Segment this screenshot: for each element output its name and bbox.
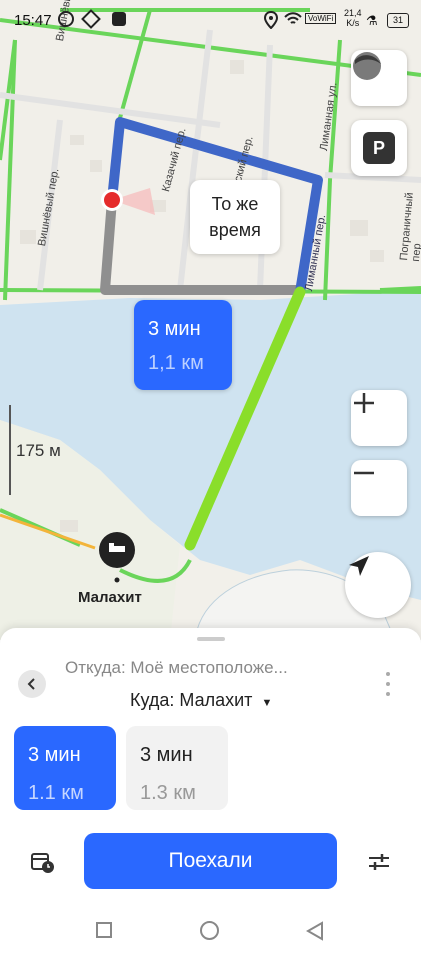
status-bar: 15:47 VoWiFi 21,4 K/s ⚗ 31 (0, 0, 421, 40)
caret-down-icon: ▼ (261, 697, 273, 709)
battery-icon: 31 (387, 13, 409, 28)
route-option-time: 3 мин (140, 744, 193, 766)
same-time-text: То же время (209, 194, 261, 240)
back-button[interactable] (18, 670, 46, 698)
volte-icon: VoWiFi (305, 13, 337, 24)
minus-icon (354, 471, 374, 475)
layers-button[interactable] (351, 50, 407, 106)
parking-icon: P (363, 132, 395, 164)
from-field[interactable]: Откуда: Моё местоположе... (65, 658, 288, 678)
same-time-bubble[interactable]: То же время (190, 180, 280, 254)
scale-label: 175 м (16, 441, 61, 460)
plus-icon (354, 393, 374, 413)
location-icon (264, 11, 278, 29)
route-sheet: Откуда: Моё местоположе... Куда: Малахит… (0, 628, 421, 960)
schedule-button[interactable] (28, 848, 58, 878)
data-speed-unit: K/s (346, 18, 360, 28)
at-icon (58, 11, 74, 27)
calendar-clock-icon (31, 853, 54, 873)
destination-label: Малахит (78, 589, 142, 606)
status-time: 15:47 (14, 12, 52, 29)
map-view[interactable]: Вишнёвый пер. Вишнёвый пер. Казачий пер.… (0, 0, 421, 640)
parking-button[interactable]: P (351, 120, 407, 176)
route-distance: 1,1 км (148, 352, 204, 374)
sheet-handle[interactable] (197, 637, 225, 641)
sound-icon: ⚗ (366, 13, 378, 28)
route-option-time: 3 мин (28, 744, 81, 766)
current-location-marker (104, 192, 120, 208)
zoom-out-button[interactable] (351, 460, 407, 516)
home-nav-button[interactable] (200, 921, 219, 940)
data-speed: 21,4 K/s (344, 8, 362, 28)
route-time-bubble[interactable]: 3 мин 1,1 км (134, 300, 232, 390)
more-button[interactable] (380, 672, 396, 696)
to-label: Куда: Малахит (130, 690, 253, 710)
chevron-left-icon (27, 678, 35, 690)
navigation-arrow-icon (349, 556, 369, 576)
route-option-1[interactable]: 3 мин 1.1 км (14, 726, 116, 810)
go-button[interactable]: Поехали (84, 833, 337, 889)
route-option-2[interactable]: 3 мин 1.3 км (126, 726, 228, 810)
route-settings-button[interactable] (365, 848, 393, 876)
route-option-distance: 1.3 км (140, 782, 196, 804)
back-nav-button[interactable] (306, 921, 324, 941)
go-button-label: Поехали (168, 849, 253, 872)
route-option-distance: 1.1 км (28, 782, 84, 804)
app-icon (112, 12, 126, 26)
data-speed-value: 21,4 (344, 8, 362, 18)
wifi-icon (284, 12, 302, 24)
layers-icon (353, 52, 381, 80)
box-icon (81, 9, 101, 29)
sliders-icon (369, 854, 389, 870)
my-location-button[interactable] (345, 552, 411, 618)
route-time: 3 мин (148, 318, 201, 340)
zoom-in-button[interactable] (351, 390, 407, 446)
to-field[interactable]: Куда: Малахит ▼ (130, 690, 272, 711)
recents-nav-button[interactable] (96, 922, 112, 938)
